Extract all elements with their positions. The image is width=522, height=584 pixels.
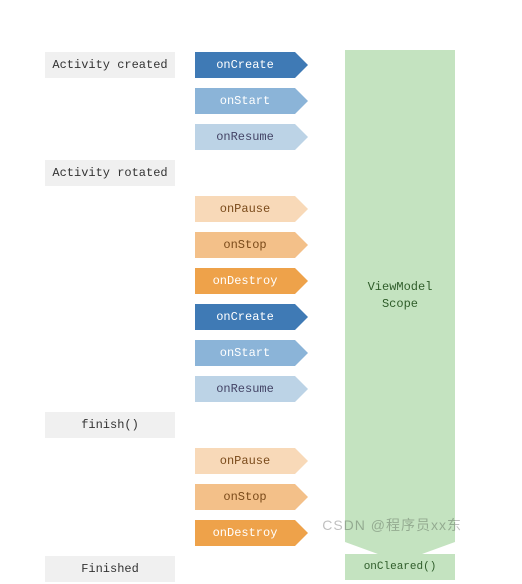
callback-label: onPause — [220, 454, 270, 468]
viewmodel-scope: ViewModelScope — [345, 50, 455, 542]
oncleared-box: onCleared() — [345, 554, 455, 580]
state-column: finish() — [0, 412, 175, 438]
callback-label: onResume — [216, 382, 274, 396]
callback-onstart: onStart — [195, 88, 295, 114]
callback-onstop: onStop — [195, 484, 295, 510]
callback-label: onStop — [223, 238, 266, 252]
callback-onresume: onResume — [195, 376, 295, 402]
oncleared-label: onCleared() — [364, 561, 437, 573]
watermark-text: CSDN @程序员xx东 — [322, 515, 462, 535]
callback-onstart: onStart — [195, 340, 295, 366]
state-column: Finished — [0, 556, 175, 582]
callback-ondestroy: onDestroy — [195, 520, 295, 546]
callback-oncreate: onCreate — [195, 304, 295, 330]
callback-label: onCreate — [216, 310, 274, 324]
callback-onstop: onStop — [195, 232, 295, 258]
callback-label: onDestroy — [213, 526, 278, 540]
callback-onresume: onResume — [195, 124, 295, 150]
state-finish: finish() — [45, 412, 175, 438]
callback-label: onStart — [220, 346, 270, 360]
state-rotated: Activity rotated — [45, 160, 175, 186]
callback-label: onCreate — [216, 58, 274, 72]
callback-label: onStart — [220, 94, 270, 108]
scope-label: ViewModelScope — [368, 279, 433, 313]
callback-label: onPause — [220, 202, 270, 216]
callback-label: onResume — [216, 130, 274, 144]
callback-label: onStop — [223, 490, 266, 504]
callback-oncreate: onCreate — [195, 52, 295, 78]
callback-ondestroy: onDestroy — [195, 268, 295, 294]
callback-onpause: onPause — [195, 448, 295, 474]
state-created: Activity created — [45, 52, 175, 78]
callback-onpause: onPause — [195, 196, 295, 222]
state-column: Activity rotated — [0, 160, 175, 186]
callback-label: onDestroy — [213, 274, 278, 288]
state-column: Activity created — [0, 52, 175, 78]
state-finished: Finished — [45, 556, 175, 582]
